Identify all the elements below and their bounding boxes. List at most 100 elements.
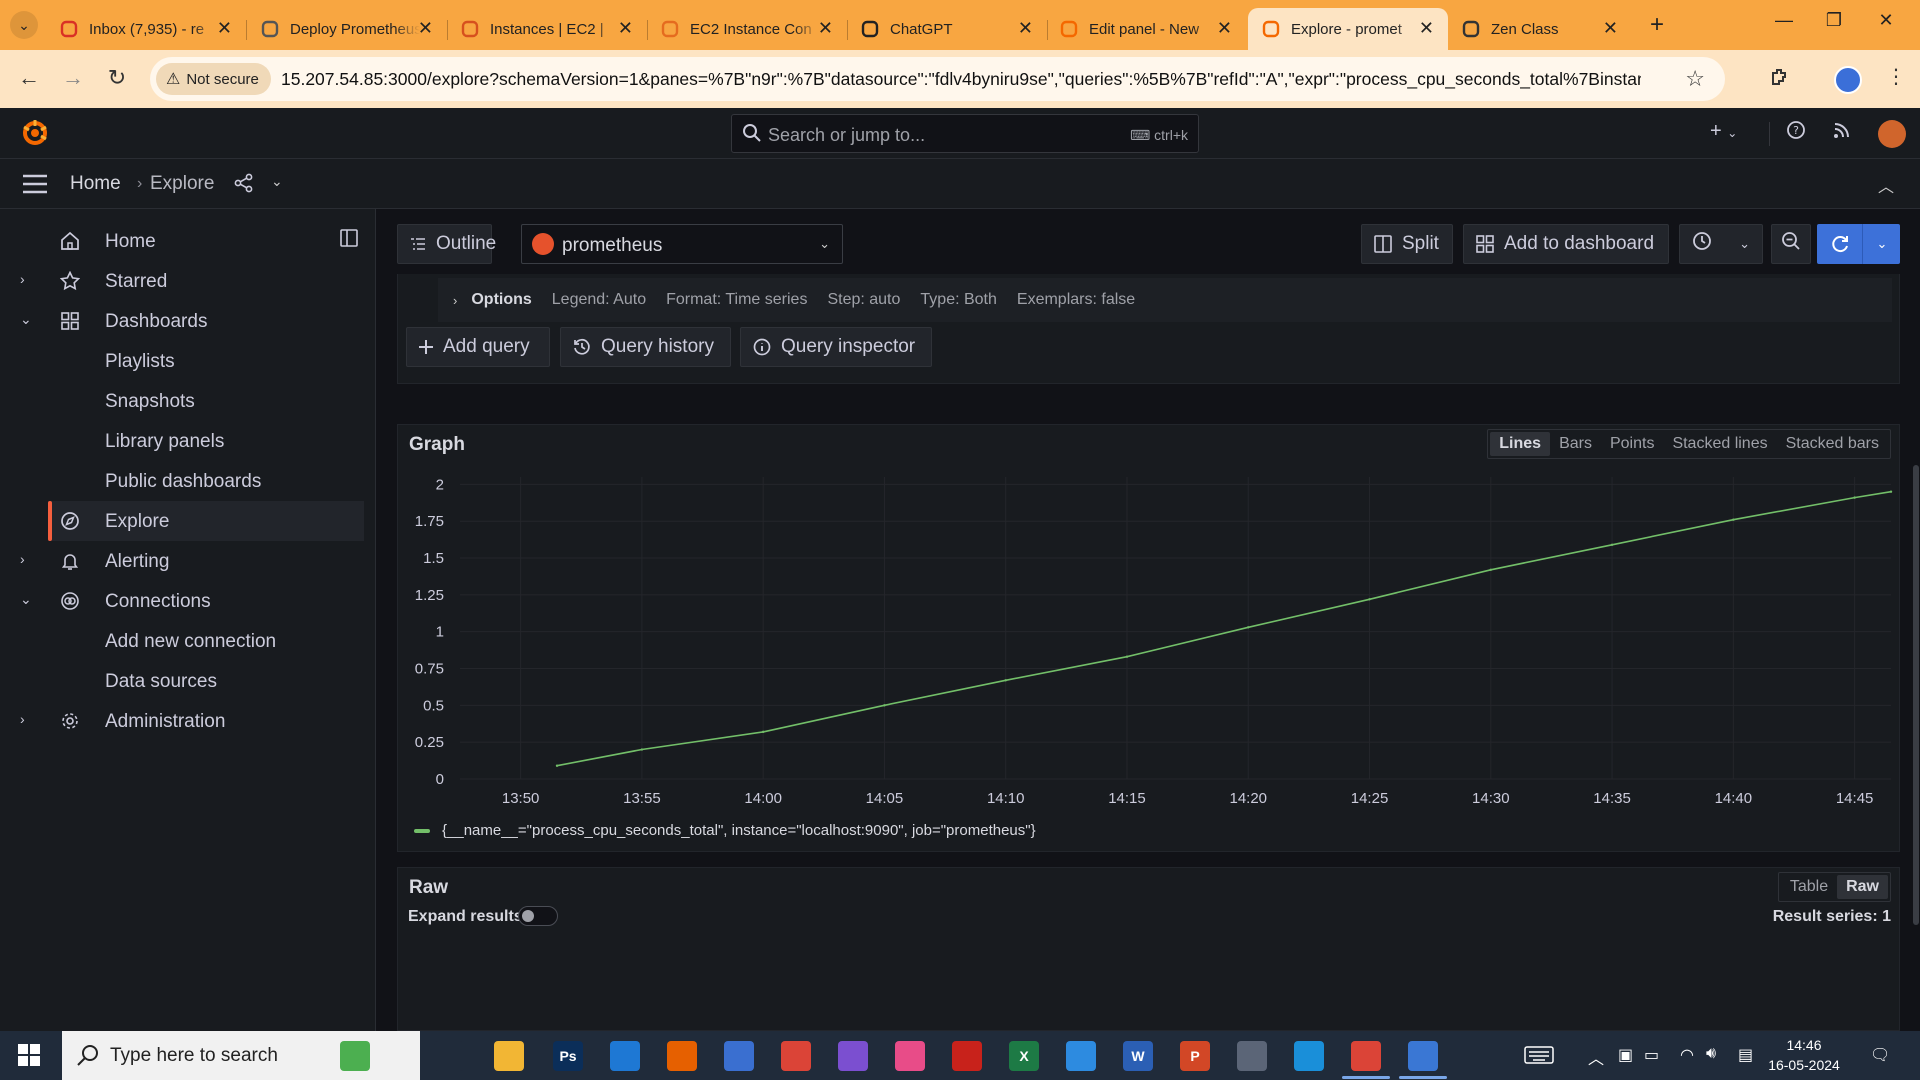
sidebar-item-snapshots[interactable]: Snapshots <box>48 381 364 421</box>
store-icon[interactable] <box>724 1041 754 1071</box>
sidebar-item-library-panels[interactable]: Library panels <box>48 421 364 461</box>
close-window-button[interactable]: ✕ <box>1866 10 1906 31</box>
acrobat-icon[interactable] <box>952 1041 982 1071</box>
chevron-up-icon[interactable]: ︿ <box>1878 173 1894 197</box>
battery-icon[interactable]: ▭ <box>1644 1045 1659 1065</box>
graph-mode-lines[interactable]: Lines <box>1490 432 1551 456</box>
sidebar-item-data-sources[interactable]: Data sources <box>48 661 364 701</box>
browser-menu-icon[interactable]: ⋮ <box>1882 64 1910 92</box>
mail-icon[interactable] <box>610 1041 640 1071</box>
raw-view-table[interactable]: Table <box>1781 875 1837 899</box>
browser-tab[interactable]: Deploy Prometheus ✕ <box>247 8 448 50</box>
raw-view-raw[interactable]: Raw <box>1837 875 1888 899</box>
maximize-button[interactable]: ❐ <box>1814 10 1854 31</box>
graph-mode-bars[interactable]: Bars <box>1550 432 1601 456</box>
browser-tab[interactable]: Inbox (7,935) - re ✕ <box>46 8 247 50</box>
zoom-out-button[interactable] <box>1771 224 1811 264</box>
new-tab-button[interactable]: + <box>1650 12 1664 38</box>
reload-button[interactable]: ↻ <box>102 64 132 92</box>
help-icon[interactable]: ? <box>1786 120 1806 146</box>
task-view-icon[interactable] <box>434 1041 464 1071</box>
forward-button[interactable]: → <box>58 64 88 92</box>
firefox-icon[interactable] <box>667 1041 697 1071</box>
device-icon[interactable]: ▣ <box>1618 1045 1633 1065</box>
breadcrumb-home[interactable]: Home <box>70 173 121 195</box>
share-chevron-down-icon[interactable]: ⌄ <box>271 173 283 190</box>
wifi-icon[interactable]: ◠ <box>1680 1045 1694 1065</box>
sidebar-item-playlists[interactable]: Playlists <box>48 341 364 381</box>
browser-tab[interactable]: ChatGPT ✕ <box>847 8 1048 50</box>
chrome-active-icon[interactable] <box>1351 1041 1381 1071</box>
close-tab-icon[interactable]: ✕ <box>1419 18 1434 38</box>
outline-button[interactable]: Outline <box>397 224 496 264</box>
file-explorer-icon[interactable] <box>494 1041 524 1071</box>
photos-icon[interactable] <box>895 1041 925 1071</box>
url-text[interactable]: 15.207.54.85:3000/explore?schemaVersion=… <box>281 69 1641 90</box>
photoshop-icon[interactable]: Ps <box>553 1041 583 1071</box>
chevron-right-icon[interactable]: › <box>20 711 25 727</box>
news-rss-icon[interactable] <box>1832 120 1852 146</box>
extensions-icon[interactable] <box>1766 66 1794 94</box>
breadcrumb-current[interactable]: Explore <box>150 173 214 195</box>
system-clock[interactable]: 14:46 16-05-2024 <box>1764 1035 1844 1075</box>
remote-desktop-icon[interactable] <box>1408 1041 1438 1071</box>
new-menu-button[interactable]: + ⌄ <box>1710 120 1737 143</box>
datasource-picker[interactable]: prometheus ⌄ <box>521 224 843 264</box>
browser-tab[interactable]: EC2 Instance Con ✕ <box>647 8 848 50</box>
close-tab-icon[interactable]: ✕ <box>618 18 633 38</box>
refresh-interval-chevron-icon[interactable]: ⌄ <box>1864 224 1900 264</box>
close-tab-icon[interactable]: ✕ <box>418 18 433 38</box>
tab-search-button[interactable]: ⌄ <box>10 11 38 39</box>
minimize-button[interactable]: — <box>1764 10 1804 31</box>
run-query-button[interactable]: ⌄ <box>1817 224 1900 264</box>
refresh-icon[interactable] <box>1817 224 1863 264</box>
sidebar-item-connections[interactable]: Connections <box>48 581 364 621</box>
flask-app-icon[interactable] <box>340 1041 370 1071</box>
legend-item[interactable]: {__name__="process_cpu_seconds_total", i… <box>414 822 1036 839</box>
series-color-swatch[interactable] <box>414 828 430 833</box>
notification-center-icon[interactable]: 🗨︎ <box>1870 1045 1890 1065</box>
back-button[interactable]: ← <box>14 64 44 92</box>
security-chip[interactable]: ⚠ Not secure <box>156 63 271 95</box>
scrollbar[interactable] <box>1913 465 1919 925</box>
bookmark-star-icon[interactable]: ☆ <box>1685 66 1705 92</box>
close-tab-icon[interactable]: ✕ <box>1217 18 1232 38</box>
excel-icon[interactable]: X <box>1009 1041 1039 1071</box>
graph-chart[interactable]: 13:50 13:55 14:00 14:05 14:10 14:15 14:20 14:25… <box>398 465 1901 825</box>
query-options-row[interactable]: › Options Legend: Auto Format: Time serie… <box>438 278 1892 322</box>
language-bar-icon[interactable] <box>1524 1045 1554 1070</box>
close-tab-icon[interactable]: ✕ <box>1018 18 1033 38</box>
sidebar-item-explore[interactable]: Explore <box>48 501 364 541</box>
query-inspector-button[interactable]: Query inspector <box>740 327 932 367</box>
graph-mode-points[interactable]: Points <box>1601 432 1663 456</box>
chrome-icon[interactable] <box>781 1041 811 1071</box>
browser-tab[interactable]: Zen Class ✕ <box>1448 8 1632 50</box>
query-history-button[interactable]: Query history <box>560 327 731 367</box>
browser-tab[interactable]: Instances | EC2 | ✕ <box>447 8 648 50</box>
powerpoint-icon[interactable]: P <box>1180 1041 1210 1071</box>
browser-tab[interactable]: Edit panel - New ✕ <box>1046 8 1246 50</box>
sidebar-item-add-new-connection[interactable]: Add new connection <box>48 621 364 661</box>
close-tab-icon[interactable]: ✕ <box>217 18 232 38</box>
sidebar-item-public-dashboards[interactable]: Public dashboards <box>48 461 364 501</box>
add-to-dashboard-button[interactable]: Add to dashboard <box>1463 224 1669 264</box>
camera-icon[interactable] <box>1237 1041 1267 1071</box>
menu-toggle-icon[interactable] <box>22 174 48 194</box>
notes-icon[interactable]: ▤ <box>1738 1045 1753 1065</box>
add-query-button[interactable]: Add query <box>406 327 550 367</box>
split-button[interactable]: Split <box>1361 224 1453 264</box>
close-tab-icon[interactable]: ✕ <box>1603 18 1618 38</box>
visual-studio-icon[interactable] <box>838 1041 868 1071</box>
windows-start-icon[interactable] <box>18 1044 40 1066</box>
edge-icon[interactable] <box>1294 1041 1324 1071</box>
share-icon[interactable] <box>234 173 254 193</box>
sidebar-item-dashboards[interactable]: Dashboards <box>48 301 364 341</box>
user-avatar[interactable] <box>1878 120 1906 148</box>
chevron-down-icon[interactable]: ⌄ <box>20 591 32 608</box>
media-player-icon[interactable] <box>1066 1041 1096 1071</box>
time-range-picker[interactable]: ⌄ <box>1679 224 1763 264</box>
address-bar[interactable]: ⚠ Not secure 15.207.54.85:3000/explore?s… <box>150 57 1725 101</box>
expand-results-toggle[interactable] <box>518 906 558 926</box>
close-tab-icon[interactable]: ✕ <box>818 18 833 38</box>
chevron-right-icon[interactable]: › <box>20 551 25 567</box>
